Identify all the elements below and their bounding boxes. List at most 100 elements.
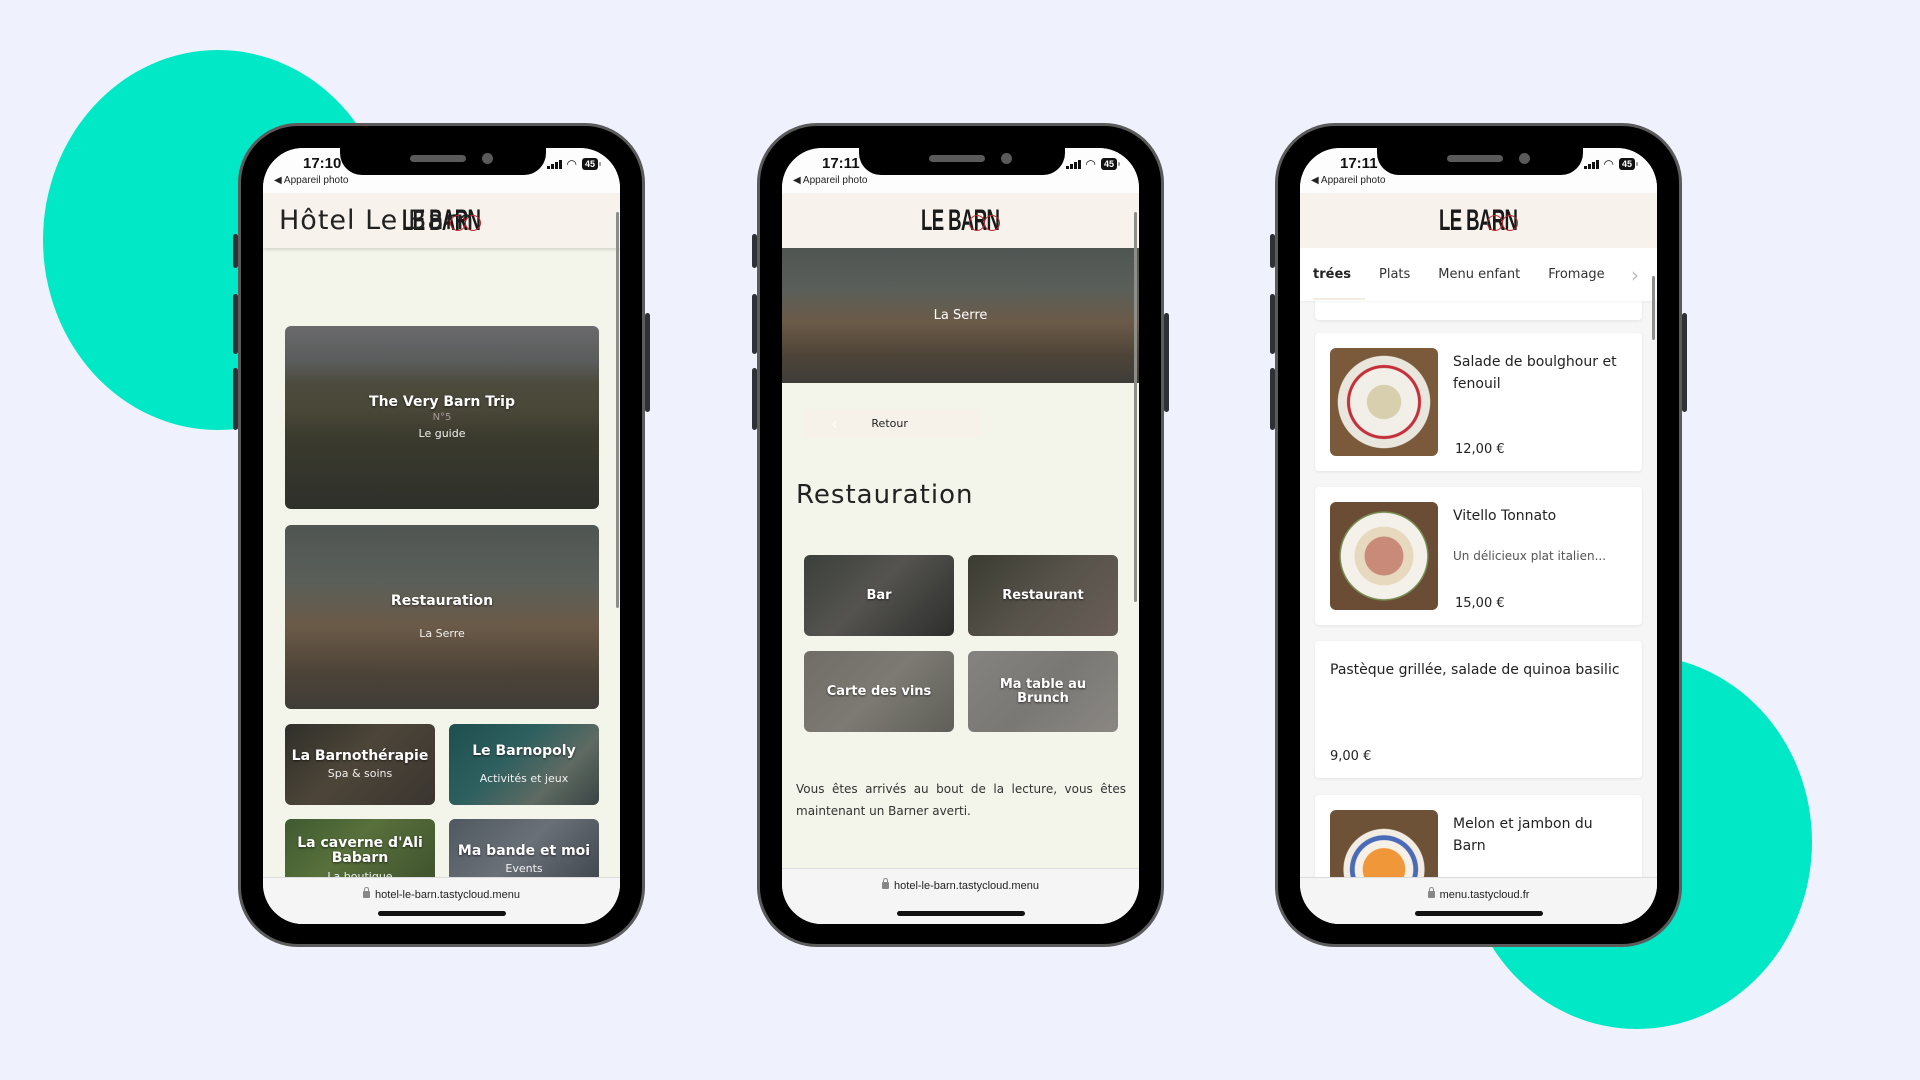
menu-item-card[interactable]: Salade de boulghour et fenouil 12,00 €: [1315, 333, 1642, 471]
home-indicator[interactable]: [377, 911, 506, 916]
tab-fromage[interactable]: Fromage: [1548, 267, 1604, 282]
back-to-app-link[interactable]: ◀ Appareil photo: [793, 175, 867, 186]
card-title: Restauration: [390, 593, 494, 610]
volume-down-button: [752, 368, 757, 430]
signal-icon: [546, 159, 562, 169]
volume-down-button: [1270, 368, 1275, 430]
browser-url-bar[interactable]: hotel-le-barn.tastycloud.menu: [782, 868, 1139, 924]
scrollbar[interactable]: [1134, 212, 1137, 602]
dish-name: Vitello Tonnato: [1453, 508, 1557, 524]
page-title: Hôtel Le Barn: [279, 205, 475, 236]
scrollbar[interactable]: [616, 212, 619, 608]
url-text: menu.tastycloud.fr: [1300, 887, 1657, 901]
mute-switch: [233, 234, 238, 268]
home-indicator[interactable]: [896, 911, 1025, 916]
status-time: 17:10: [303, 155, 342, 172]
url-text: hotel-le-barn.tastycloud.menu: [782, 878, 1139, 892]
phone-screen: 17:11 ◀ Appareil photo ◠ 45 LE BARN La S…: [782, 148, 1139, 924]
volume-up-button: [233, 294, 238, 354]
back-to-app-link[interactable]: ◀ Appareil photo: [274, 175, 348, 186]
phone-screen: 17:10 ◀ Appareil photo ◠ 45 LE BARN Hôte…: [263, 148, 620, 924]
dish-price: 12,00 €: [1455, 442, 1505, 457]
lock-icon: [363, 887, 371, 898]
dish-name: Melon et jambon du Barn: [1453, 816, 1593, 854]
dish-image: [1330, 348, 1438, 456]
logo-rings-icon: [1486, 215, 1521, 231]
category-tabs: trées Plats Menu enfant Fromage ›: [1300, 248, 1657, 301]
tile-brunch[interactable]: Ma table au Brunch: [968, 651, 1118, 732]
card-barnopoly[interactable]: Le Barnopoly Activités et jeux: [449, 724, 599, 805]
battery-icon: 45: [1618, 158, 1639, 170]
tab-menu-enfant[interactable]: Menu enfant: [1438, 267, 1520, 282]
section-title: Restauration: [796, 480, 974, 510]
card-title: The Very Barn Trip: [369, 394, 515, 411]
tab-plats[interactable]: Plats: [1379, 267, 1410, 282]
phone-mockup-menu: 17:11 ◀ Appareil photo ◠ 45 LE BARN trée…: [1270, 123, 1687, 947]
wifi-icon: ◠: [1085, 157, 1096, 171]
tab-entrees[interactable]: trées: [1313, 267, 1365, 300]
dish-price: 9,00 €: [1330, 749, 1372, 764]
dish-description: Un délicieux plat italien...: [1453, 549, 1607, 563]
power-button: [1164, 313, 1169, 412]
tile-title: Ma table au Brunch: [999, 676, 1087, 706]
chevron-right-icon[interactable]: ›: [1631, 263, 1639, 287]
dish-name: Pastèque grillée, salade de quinoa basil…: [1330, 662, 1620, 678]
card-number: N°5: [432, 411, 452, 423]
power-button: [645, 313, 650, 412]
status-time: 17:11: [1340, 155, 1378, 172]
home-indicator[interactable]: [1414, 911, 1543, 916]
dish-name: Salade de boulghour et fenouil: [1453, 354, 1617, 392]
card-barnotherapie[interactable]: La Barnothérapie Spa & soins: [285, 724, 435, 805]
app-header: LE BARN: [1300, 193, 1657, 248]
tile-bar[interactable]: Bar: [804, 555, 954, 636]
battery-icon: 45: [1100, 158, 1121, 170]
closing-paragraph: Vous êtes arrivés au bout de la lecture,…: [796, 782, 1126, 818]
wifi-icon: ◠: [1603, 157, 1614, 171]
phone-mockup-home: 17:10 ◀ Appareil photo ◠ 45 LE BARN Hôte…: [233, 123, 650, 947]
battery-icon: 45: [581, 158, 602, 170]
tile-carte-des-vins[interactable]: Carte des vins: [804, 651, 954, 732]
scrollbar[interactable]: [1652, 276, 1655, 340]
phone-mockup-restauration: 17:11 ◀ Appareil photo ◠ 45 LE BARN La S…: [752, 123, 1169, 947]
back-label: Retour: [871, 417, 908, 430]
volume-up-button: [752, 294, 757, 354]
hero-image: La Serre: [782, 248, 1139, 383]
notch: [340, 148, 546, 175]
menu-item-card[interactable]: Pastèque grillée, salade de quinoa basil…: [1315, 641, 1642, 778]
card-subtitle: Activités et jeux: [479, 772, 569, 786]
back-to-app-link[interactable]: ◀ Appareil photo: [1311, 175, 1385, 186]
card-subtitle: Le guide: [418, 426, 466, 440]
volume-up-button: [1270, 294, 1275, 354]
dish-price: 15,00 €: [1455, 596, 1505, 611]
tile-restaurant[interactable]: Restaurant: [968, 555, 1118, 636]
volume-down-button: [233, 368, 238, 430]
card-subtitle: Spa & soins: [327, 767, 393, 781]
status-time: 17:11: [822, 155, 860, 172]
wifi-icon: ◠: [566, 157, 577, 171]
card-restauration[interactable]: Restauration La Serre: [285, 525, 599, 709]
lock-icon: [1427, 887, 1435, 898]
app-header: LE BARN: [782, 193, 1139, 248]
card-subtitle: La Serre: [419, 626, 465, 640]
hero-caption: La Serre: [933, 308, 988, 323]
back-button[interactable]: ‹ Retour: [803, 409, 981, 438]
browser-url-bar[interactable]: menu.tastycloud.fr: [1300, 877, 1657, 924]
tile-title: Carte des vins: [826, 683, 932, 699]
logo-rings-icon: [968, 215, 1003, 231]
tile-title: Restaurant: [1002, 587, 1084, 603]
url-text: hotel-le-barn.tastycloud.menu: [263, 887, 620, 901]
mute-switch: [1270, 234, 1275, 268]
card-title: Ma bande et moi: [457, 842, 591, 859]
signal-icon: [1065, 159, 1081, 169]
signal-icon: [1583, 159, 1599, 169]
tile-title: Bar: [866, 587, 892, 603]
chevron-left-icon: ‹: [831, 414, 838, 433]
menu-item-card[interactable]: Vitello Tonnato Un délicieux plat italie…: [1315, 487, 1642, 625]
card-title: La caverne d'Ali Babarn: [297, 835, 423, 866]
dish-image: [1330, 502, 1438, 610]
card-very-barn-trip[interactable]: The Very Barn Trip N°5 Le guide: [285, 326, 599, 509]
phone-screen: 17:11 ◀ Appareil photo ◠ 45 LE BARN trée…: [1300, 148, 1657, 924]
notch: [1377, 148, 1583, 175]
card-subtitle: Events: [505, 862, 543, 876]
browser-url-bar[interactable]: hotel-le-barn.tastycloud.menu: [263, 877, 620, 924]
